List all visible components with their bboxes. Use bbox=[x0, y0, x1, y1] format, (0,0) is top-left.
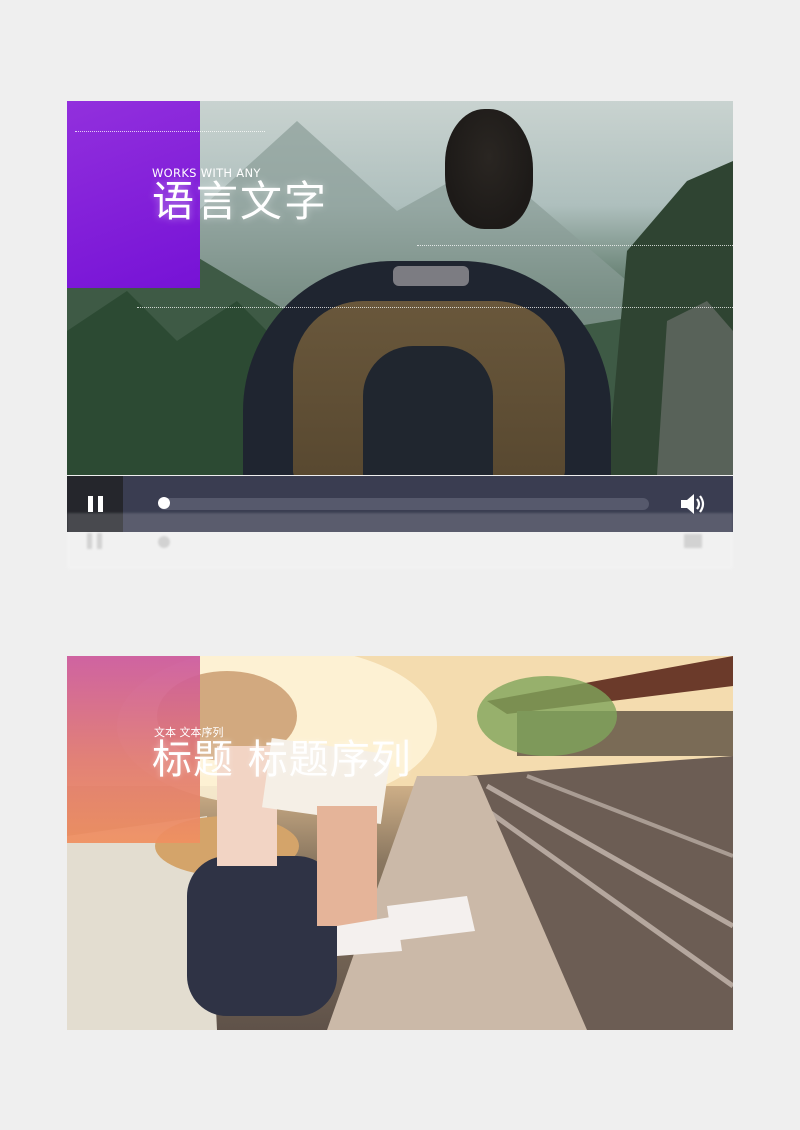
headline-text: 标题 标题序列 bbox=[152, 737, 412, 783]
pause-icon bbox=[87, 496, 103, 512]
headline-text: 语言文字 bbox=[152, 177, 329, 226]
video-frame-railway: 文本 文本序列 标题 标题序列 bbox=[67, 656, 733, 1030]
controls-reflection bbox=[67, 513, 733, 569]
person-head bbox=[445, 109, 533, 229]
video-frame-hiker: WORKS WITH ANY 语言文字 bbox=[67, 101, 733, 475]
progress-track[interactable] bbox=[159, 498, 649, 510]
progress-handle[interactable] bbox=[158, 497, 170, 509]
